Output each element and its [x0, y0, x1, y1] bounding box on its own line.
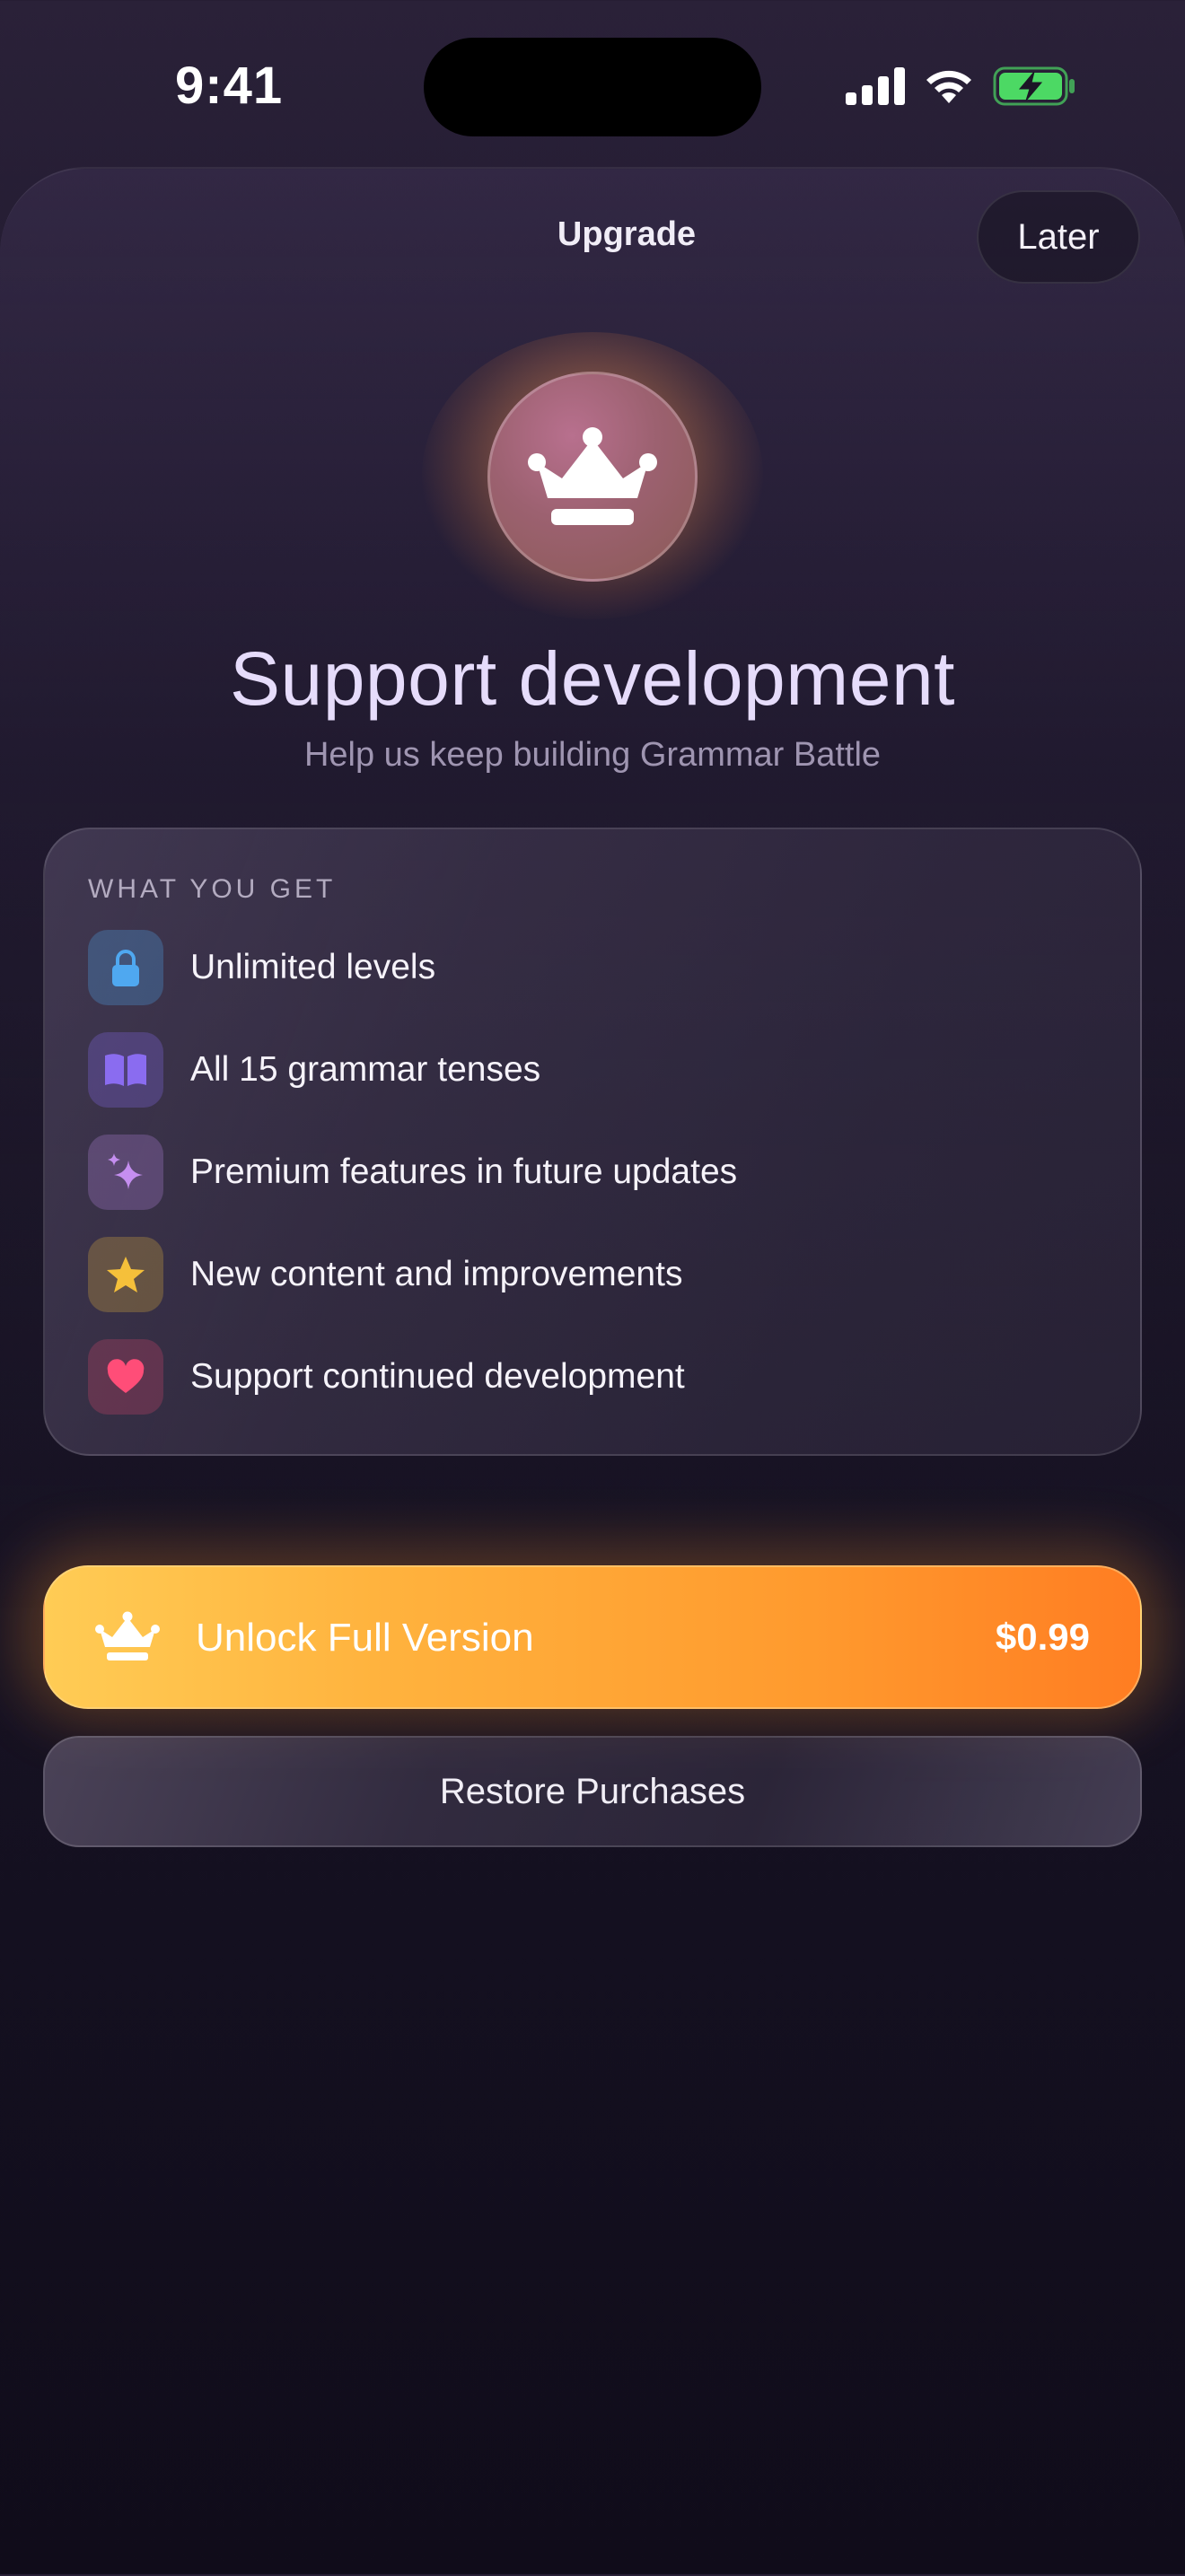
unlock-price: $0.99	[995, 1616, 1090, 1658]
sparkles-icon	[108, 1153, 143, 1189]
dynamic-island	[424, 38, 761, 136]
benefit-label: Unlimited levels	[190, 948, 436, 986]
benefit-icon-box	[88, 930, 163, 1005]
crown-icon	[528, 427, 657, 525]
status-bar: 9:41	[0, 0, 1185, 171]
book-icon	[105, 1054, 146, 1086]
benefit-label: Support continued development	[190, 1357, 685, 1396]
later-button[interactable]: Later	[977, 190, 1140, 284]
status-icons	[846, 66, 1075, 106]
benefit-item: Premium features in future updates	[88, 1135, 737, 1210]
headline: Support development	[229, 636, 956, 721]
status-time: 9:41	[175, 57, 284, 115]
benefits-card: WHAT YOU GET Unlimited levels All 15 gra…	[43, 828, 1142, 1456]
subheadline: Help us keep building Grammar Battle	[303, 736, 882, 774]
benefit-label: New content and improvements	[190, 1255, 683, 1293]
benefit-item: All 15 grammar tenses	[88, 1032, 540, 1108]
benefit-item: New content and improvements	[88, 1237, 682, 1312]
benefit-item: Support continued development	[88, 1339, 685, 1415]
wifi-icon	[926, 70, 971, 103]
benefit-item: Unlimited levels	[88, 930, 435, 1005]
cellular-signal-icon	[846, 67, 905, 105]
battery-charging-icon	[993, 66, 1075, 106]
benefits-heading: WHAT YOU GET	[88, 874, 337, 904]
benefit-icon-box	[88, 1339, 163, 1415]
benefit-label: Premium features in future updates	[190, 1152, 738, 1191]
lock-icon	[112, 950, 139, 986]
benefit-icon-box	[88, 1032, 163, 1108]
heart-icon	[107, 1359, 145, 1393]
unlock-label: Unlock Full Version	[196, 1616, 534, 1660]
benefit-label: All 15 grammar tenses	[190, 1050, 541, 1089]
benefit-icon-box	[88, 1237, 163, 1312]
crown-badge	[487, 372, 698, 582]
unlock-full-version-button[interactable]: Unlock Full Version $0.99	[43, 1565, 1142, 1709]
restore-purchases-button[interactable]: Restore Purchases	[43, 1736, 1142, 1847]
benefit-icon-box	[88, 1135, 163, 1210]
star-icon	[107, 1257, 145, 1292]
crown-icon	[95, 1611, 160, 1660]
